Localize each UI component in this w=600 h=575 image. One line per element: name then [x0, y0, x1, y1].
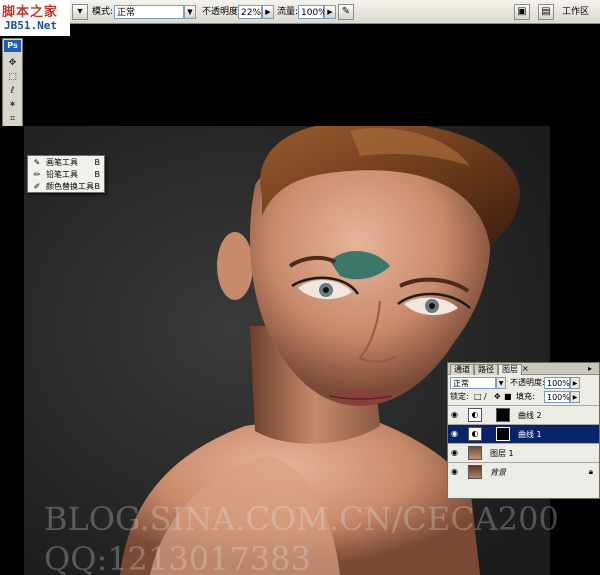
palette-well-icon[interactable]: ▣: [514, 4, 530, 20]
flyout-item-shortcut: B: [94, 170, 101, 179]
flyout-item-brush[interactable]: ✎ 画笔工具 B: [28, 157, 104, 169]
eye-icon[interactable]: ◉: [451, 410, 458, 419]
fill-input[interactable]: 100%: [544, 391, 570, 403]
close-icon[interactable]: ×: [522, 363, 529, 377]
tab-layers[interactable]: 图层: [498, 364, 522, 375]
opacity-label: 不透明度:: [202, 7, 242, 17]
logo-url: JB51.Net: [4, 19, 57, 32]
lock-icon: 🔒︎: [588, 467, 593, 476]
layer-name: 曲线 1: [518, 430, 542, 439]
fill-arrow-icon[interactable]: ▶: [570, 391, 580, 403]
layer-row[interactable]: ◉ ◐ 曲线 1: [448, 424, 599, 443]
panel-menu-icon[interactable]: ▸: [588, 363, 592, 377]
lock-all-icon[interactable]: ■: [504, 391, 512, 403]
layer-mask-thumbnail: [496, 427, 510, 441]
brush-icon: ✎: [33, 158, 41, 167]
options-bar: ▾ 模式: 正常 ▼ 不透明度: 22% ▶ 流量: 100% ▶ ✎ ▣ ▤ …: [0, 0, 600, 24]
airbrush-icon[interactable]: ✎: [338, 4, 354, 20]
photoshop-badge[interactable]: Ps: [4, 40, 21, 52]
lock-label: 锁定:: [450, 392, 469, 401]
tab-channels[interactable]: 通道: [450, 364, 474, 375]
blend-mode-select[interactable]: 正常: [450, 377, 496, 389]
layer-thumbnail: [468, 446, 482, 460]
eye-icon[interactable]: ◉: [451, 429, 458, 438]
magic-wand-tool-icon[interactable]: ✶: [5, 99, 20, 111]
flyout-item-shortcut: B: [94, 158, 101, 167]
eye-icon[interactable]: ◉: [451, 467, 458, 476]
opacity-input[interactable]: 22%: [238, 5, 262, 19]
layer-thumbnail: [468, 465, 482, 479]
layer-row[interactable]: ◉ ◐ 曲线 2: [448, 405, 599, 424]
lasso-tool-icon[interactable]: ℓ: [5, 85, 20, 97]
marquee-tool-icon[interactable]: ⬚: [5, 71, 20, 83]
fill-label: 填充:: [516, 392, 535, 401]
watermark-blog: BLOG.SINA.COM.CN/CECA200: [44, 500, 559, 538]
logo-text: 脚本之家: [2, 5, 59, 20]
layer-name: 图层 1: [490, 449, 514, 458]
flow-arrow-icon[interactable]: ▶: [324, 5, 336, 19]
brush-tool-flyout: ✎ 画笔工具 B ✏ 铅笔工具 B ✐ 颜色替换工具 B: [27, 155, 105, 193]
mode-label: 模式:: [92, 7, 114, 17]
eye-icon[interactable]: ◉: [451, 448, 458, 457]
crop-tool-icon[interactable]: ⌗: [5, 113, 20, 125]
flow-input[interactable]: 100%: [298, 5, 327, 19]
layer-opacity-input[interactable]: 100%: [544, 377, 570, 389]
opacity-arrow-icon[interactable]: ▶: [262, 5, 274, 19]
mode-dropdown-icon[interactable]: ▼: [184, 5, 196, 19]
layer-row[interactable]: ◉ 图层 1: [448, 443, 599, 462]
tab-paths[interactable]: 路径: [474, 364, 498, 375]
curves-adjustment-icon: ◐: [468, 408, 482, 422]
lock-transparent-icon[interactable]: □: [474, 391, 482, 403]
layer-name: 曲线 2: [518, 411, 542, 420]
flyout-item-label: 铅笔工具: [46, 170, 78, 179]
flyout-item-color-replacement[interactable]: ✐ 颜色替换工具 B: [28, 181, 104, 193]
watermark-qq: QQ:1213017383: [44, 540, 311, 575]
workspace-icon[interactable]: ▤: [538, 4, 554, 20]
lock-position-icon[interactable]: ✥: [494, 391, 501, 403]
move-tool-icon[interactable]: ✥: [5, 57, 20, 69]
layer-row[interactable]: ◉ 背景 🔒︎: [448, 462, 599, 481]
layers-panel: 通道 路径 图层 × ▸ 正常 ▼ 不透明度: 100% ▶ 锁定: □ ∕ ✥…: [447, 362, 600, 499]
flyout-item-shortcut: B: [94, 182, 101, 191]
flyout-item-label: 画笔工具: [46, 158, 78, 167]
layer-opacity-label: 不透明度:: [510, 378, 545, 387]
blend-mode-dropdown-icon[interactable]: ▼: [496, 377, 506, 389]
color-replacement-icon: ✐: [33, 182, 41, 191]
flow-label: 流量:: [277, 7, 299, 17]
panel-tabs: 通道 路径 图层 × ▸: [448, 363, 599, 375]
brush-preset-dropdown[interactable]: ▾: [72, 4, 88, 20]
lock-image-icon[interactable]: ∕: [484, 391, 487, 403]
flyout-item-pencil[interactable]: ✏ 铅笔工具 B: [28, 169, 104, 181]
flyout-item-label: 颜色替换工具: [46, 182, 94, 191]
curves-adjustment-icon: ◐: [468, 427, 482, 441]
layer-opacity-arrow-icon[interactable]: ▶: [570, 377, 580, 389]
layer-name: 背景: [490, 468, 506, 477]
layer-mask-thumbnail: [496, 408, 510, 422]
pencil-icon: ✏: [33, 170, 41, 179]
site-logo: 脚本之家 JB51.Net: [0, 0, 70, 36]
mode-select[interactable]: 正常: [114, 5, 184, 19]
workspace-menu[interactable]: 工作区: [562, 5, 589, 19]
